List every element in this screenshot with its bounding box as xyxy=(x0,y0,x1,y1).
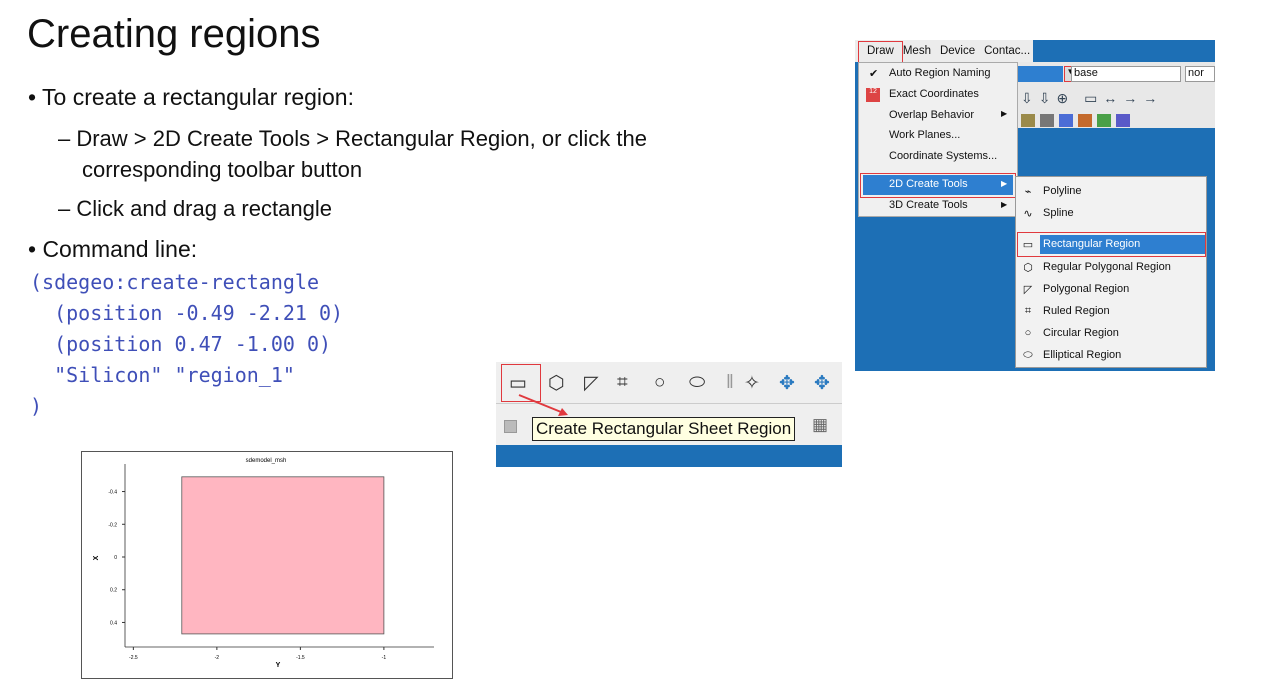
submenu-item-ruled-region[interactable]: Ruled Region xyxy=(1043,305,1110,317)
toolbar-icons-row1[interactable]: ⇩⇩⊕ ▭↔→→ xyxy=(1021,90,1163,107)
menu-item-work-planes[interactable]: Work Planes... xyxy=(889,129,960,141)
menu-item-3d-create-tools[interactable]: 3D Create Tools xyxy=(889,199,968,211)
check-icon: ✔ xyxy=(869,68,879,80)
blue-strip xyxy=(496,445,842,467)
y-axis-label: X xyxy=(93,555,100,560)
circle-icon: ○ xyxy=(1024,327,1032,339)
edge-icon[interactable]: ✥ xyxy=(814,372,830,395)
menu-item-auto-region-naming[interactable]: Auto Region Naming xyxy=(889,67,991,79)
draw-menu: ✔ Auto Region Naming 12 Exact Coordinate… xyxy=(858,62,1018,217)
vertex-icon[interactable]: ✧ xyxy=(744,372,760,395)
grid-icon[interactable]: ▦ xyxy=(812,415,828,435)
menu-device[interactable]: Device xyxy=(940,45,975,57)
region-rectangle xyxy=(181,476,385,635)
spline-icon: ∿ xyxy=(1023,208,1033,220)
combo-left xyxy=(1017,66,1063,82)
bullet-rectangular: • To create a rectangular region: xyxy=(28,84,354,110)
y-tick-label: 0.4 xyxy=(110,620,117,626)
y-tick-label: -0.2 xyxy=(108,522,117,528)
menu-screenshot: ▼ base nor ⇩⇩⊕ ▭↔→→ Draw Mesh Device Con… xyxy=(855,40,1215,371)
hexagon-icon: ⬡ xyxy=(1023,262,1033,274)
code-line: ) xyxy=(30,394,43,418)
ruled-icon: ⌗ xyxy=(1024,305,1032,317)
toolbar-screenshot: ▭ ⬡ ◸ ⌗ ○ ⬭ ‖ ✧ ✥ ✥ Create Rectangular S… xyxy=(496,362,842,467)
combo-second[interactable]: nor xyxy=(1185,66,1215,82)
circle-icon[interactable]: ○ xyxy=(654,372,665,394)
x-axis-label: Y xyxy=(276,662,281,669)
y-tick-label: 0.2 xyxy=(110,588,117,594)
y-tick-label: 0 xyxy=(114,555,117,561)
plot-screenshot: sdemodel_msh -2.5 -2 -1.5 -1 -0.4 -0.2 0 0.2 0.4 Y… xyxy=(81,451,453,679)
toolbar-area: ▼ base nor ⇩⇩⊕ ▭↔→→ xyxy=(1017,62,1215,128)
move-icon[interactable]: ✥ xyxy=(779,372,795,395)
x-tick-label: -2 xyxy=(215,655,220,661)
ruled-icon[interactable]: ⌗ xyxy=(617,372,628,394)
code-line: (sdegeo:create-rectangle xyxy=(30,270,319,294)
sub-bullet-draw-cont: corresponding toolbar button xyxy=(82,157,363,182)
y-tick-label: -0.4 xyxy=(108,490,117,496)
separator: ‖ xyxy=(726,372,734,393)
exact-coordinates-icon: 12 xyxy=(866,88,880,102)
2d-create-highlight-box xyxy=(860,173,1016,198)
menu-mesh[interactable]: Mesh xyxy=(903,45,931,57)
submenu-item-polyline[interactable]: Polyline xyxy=(1043,185,1082,197)
x-tick-label: -2.5 xyxy=(129,655,138,661)
submenu-item-regular-polygonal-region[interactable]: Regular Polygonal Region xyxy=(1043,261,1171,273)
sub-bullet-draw: – Draw > 2D Create Tools > Rectangular R… xyxy=(58,126,647,151)
draw-highlight-box xyxy=(858,41,903,63)
code-line: "Silicon" "region_1" xyxy=(30,363,295,387)
submenu-arrow-icon: ▶ xyxy=(1001,109,1008,118)
2d-create-submenu: ⌁ Polyline ∿ Spline ▭ Rectangular Region… xyxy=(1015,176,1207,368)
rectangular-highlight-box xyxy=(1017,232,1206,257)
submenu-arrow-icon: ▶ xyxy=(1001,200,1008,209)
bullet-command-line: • Command line: xyxy=(28,236,198,262)
code-line: (position 0.47 -1.00 0) xyxy=(30,332,332,356)
code-line: (position -0.49 -2.21 0) xyxy=(30,301,344,325)
tooltip: Create Rectangular Sheet Region xyxy=(532,417,796,441)
submenu-item-polygonal-region[interactable]: Polygonal Region xyxy=(1043,283,1129,295)
ellipse-icon: ⬭ xyxy=(1023,349,1033,361)
polyline-icon: ⌁ xyxy=(1024,186,1032,198)
slide-title: Creating regions xyxy=(27,12,321,56)
menu-item-exact-coordinates[interactable]: Exact Coordinates xyxy=(889,88,979,100)
menu-item-coordinate-systems[interactable]: Coordinate Systems... xyxy=(889,150,997,162)
submenu-item-elliptical-region[interactable]: Elliptical Region xyxy=(1043,349,1121,361)
plot-svg: sdemodel_msh -2.5 -2 -1.5 -1 -0.4 -0.2 0 0.2 0.4 Y… xyxy=(93,458,434,669)
plot-title: sdemodel_msh xyxy=(246,458,287,464)
submenu-item-spline[interactable]: Spline xyxy=(1043,207,1074,219)
polygon-icon[interactable]: ◸ xyxy=(584,372,599,395)
menu-item-overlap-behavior[interactable]: Overlap Behavior xyxy=(889,109,974,121)
menu-contacts[interactable]: Contac... xyxy=(984,45,1030,57)
x-tick-label: -1.5 xyxy=(296,655,305,661)
x-tick-label: -1 xyxy=(382,655,387,661)
combo-base[interactable]: base xyxy=(1071,66,1181,82)
ellipse-icon[interactable]: ⬭ xyxy=(689,372,705,394)
submenu-item-circular-region[interactable]: Circular Region xyxy=(1043,327,1119,339)
polygon-icon: ◸ xyxy=(1023,284,1033,296)
toolbar-icons-row2[interactable] xyxy=(1021,114,1130,127)
sub-bullet-drag: – Click and drag a rectangle xyxy=(58,196,332,221)
